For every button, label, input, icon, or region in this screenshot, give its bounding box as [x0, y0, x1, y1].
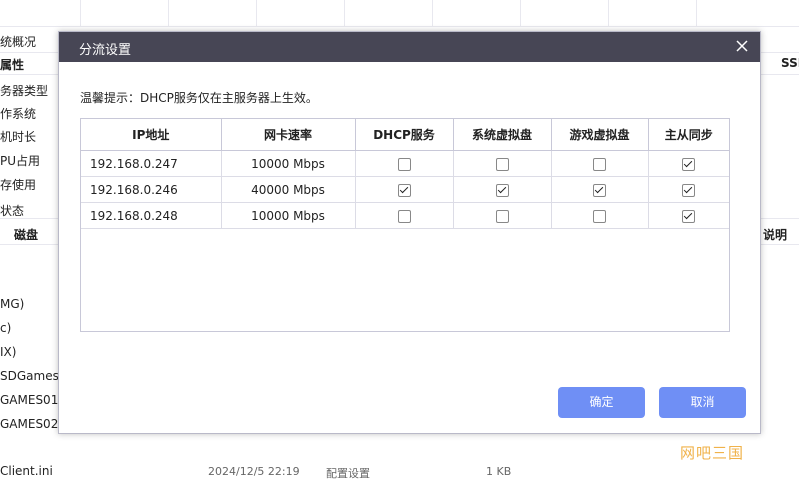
dhcp-checkbox[interactable] — [397, 209, 411, 223]
column-header-speed: 网卡速率 — [221, 119, 356, 151]
dhcp-checkbox[interactable] — [397, 183, 411, 197]
sys-disk-checkbox[interactable] — [495, 157, 509, 171]
dialog-title: 分流设置 — [79, 43, 132, 58]
column-header-game-disk: 游戏虚拟盘 — [551, 119, 649, 151]
server-table: IP地址 网卡速率 DHCP服务 系统虚拟盘 游戏虚拟盘 主从同步 192.16… — [80, 118, 730, 332]
column-header-sync: 主从同步 — [648, 119, 729, 151]
speed-cell: 40000 Mbps — [221, 176, 356, 203]
sys-disk-checkbox[interactable] — [495, 183, 509, 197]
sys-disk-checkbox[interactable] — [495, 209, 509, 223]
sync-checkbox[interactable] — [682, 157, 696, 171]
split-settings-dialog: 分流设置 温馨提示：DHCP服务仅在主服务器上生效。 IP地址 网卡速率 DHC… — [58, 31, 761, 434]
cancel-button[interactable]: 取消 — [659, 387, 746, 418]
watermark-logo: 网吧三国 — [680, 444, 745, 462]
game-disk-checkbox[interactable] — [593, 183, 606, 197]
column-header-sys-disk: 系统虚拟盘 — [453, 119, 552, 151]
dhcp-checkbox[interactable] — [397, 157, 411, 171]
table-row[interactable]: 192.168.0.247 10000 Mbps — [81, 150, 729, 177]
ip-cell: 192.168.0.248 — [81, 202, 222, 229]
sync-checkbox[interactable] — [682, 209, 696, 223]
ip-cell: 192.168.0.247 — [81, 150, 222, 177]
close-icon[interactable] — [732, 36, 752, 56]
speed-cell: 10000 Mbps — [221, 202, 356, 229]
column-header-ip: IP地址 — [81, 119, 222, 151]
game-disk-checkbox[interactable] — [593, 157, 606, 171]
modal-overlay: 分流设置 温馨提示：DHCP服务仅在主服务器上生效。 IP地址 网卡速率 DHC… — [0, 0, 799, 475]
column-header-dhcp: DHCP服务 — [355, 119, 454, 151]
table-row[interactable]: 192.168.0.246 40000 Mbps — [81, 176, 729, 203]
game-disk-checkbox[interactable] — [593, 209, 606, 223]
ip-cell: 192.168.0.246 — [81, 176, 222, 203]
table-header: IP地址 网卡速率 DHCP服务 系统虚拟盘 游戏虚拟盘 主从同步 — [81, 119, 729, 151]
dialog-title-bar[interactable]: 分流设置 — [59, 32, 760, 62]
ok-button[interactable]: 确定 — [558, 387, 645, 418]
tip-text: 温馨提示：DHCP服务仅在主服务器上生效。 — [80, 91, 318, 105]
speed-cell: 10000 Mbps — [221, 150, 356, 177]
sync-checkbox[interactable] — [682, 183, 696, 197]
table-row[interactable]: 192.168.0.248 10000 Mbps — [81, 202, 729, 229]
